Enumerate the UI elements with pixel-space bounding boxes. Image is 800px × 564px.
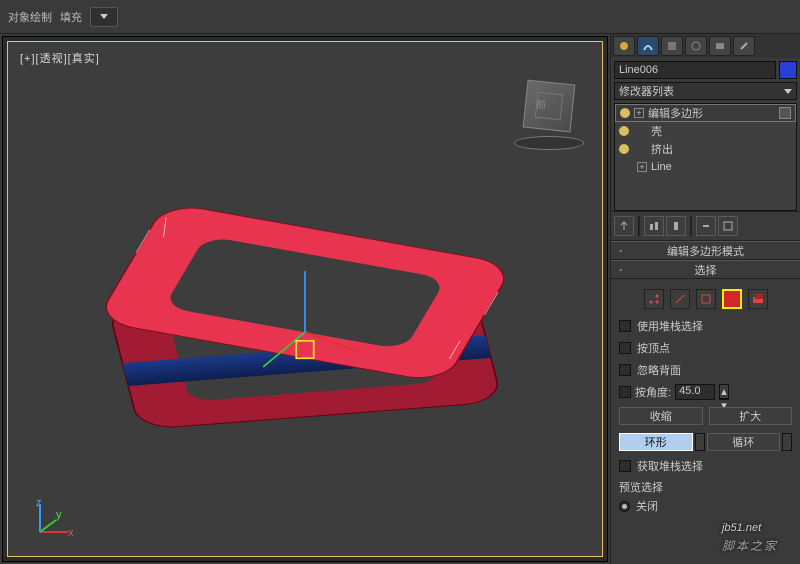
modifier-label: 编辑多边形 (648, 105, 703, 121)
rollout-title[interactable]: - 编辑多边形模式 (611, 242, 800, 260)
preview-selection-label: 预览选择 (617, 477, 794, 495)
viewport-frame: [+][透视][真实] 前 (7, 41, 603, 557)
tab-motion[interactable] (685, 36, 707, 56)
viewcube-face-label: 前 (535, 96, 547, 112)
remove-modifier-button[interactable] (696, 216, 716, 236)
loop-button[interactable]: 循环 (707, 433, 781, 451)
subobj-vertex-button[interactable] (644, 289, 664, 309)
svg-text:y: y (56, 509, 62, 521)
modifier-label: 壳 (651, 123, 662, 139)
chevron-down-icon (784, 89, 792, 94)
top-toolbar: 对象绘制 填充 (0, 0, 800, 34)
angle-spinner[interactable]: 45.0 (675, 384, 715, 400)
lightbulb-icon[interactable] (619, 144, 629, 154)
subobj-border-button[interactable] (696, 289, 716, 309)
chevron-down-icon (100, 14, 108, 19)
object-name-row (611, 58, 800, 82)
modifier-row[interactable]: 壳 (615, 122, 796, 140)
checkbox-by-vertex[interactable] (619, 342, 631, 354)
viewport[interactable]: [+][透视][真实] 前 (2, 36, 608, 562)
main-area: [+][透视][真实] 前 (0, 34, 800, 564)
toolbar-dropdown-button[interactable] (90, 7, 118, 27)
rollout-title[interactable]: - 选择 (611, 261, 800, 279)
checkbox-by-angle[interactable] (619, 386, 631, 398)
scene-geometry (28, 162, 582, 476)
rollout-edit-poly-mode: - 编辑多边形模式 (611, 241, 800, 260)
command-panel: 修改器列表 + 编辑多边形 壳 挤出 + (610, 34, 800, 564)
subobj-polygon-button[interactable] (722, 289, 742, 309)
subobject-row (617, 283, 794, 315)
modifier-list-label: 修改器列表 (619, 83, 674, 99)
tab-display[interactable] (709, 36, 731, 56)
lightbulb-icon[interactable] (620, 108, 630, 118)
modifier-list-dropdown[interactable]: 修改器列表 (614, 82, 797, 100)
modifier-row[interactable]: + 编辑多边形 (615, 104, 796, 122)
modifier-endcap-icon[interactable] (779, 107, 791, 119)
command-panel-tabs (611, 34, 800, 58)
stack-toolbar (611, 211, 800, 241)
viewcube[interactable]: 前 (514, 76, 584, 146)
configure-sets-button[interactable] (718, 216, 738, 236)
ring-spinner[interactable] (695, 433, 705, 451)
menu-item-object-paint[interactable]: 对象绘制 (8, 9, 52, 25)
svg-text:x: x (68, 527, 74, 538)
ignore-backfacing-row: 忽略背面 (617, 359, 794, 381)
show-end-result-button[interactable] (644, 216, 664, 236)
use-stack-selection-row: 使用堆栈选择 (617, 315, 794, 337)
object-color-swatch[interactable] (779, 61, 797, 79)
viewcube-cube[interactable]: 前 (523, 80, 576, 133)
expand-icon[interactable]: + (634, 108, 644, 118)
checkbox-ignore-backfacing[interactable] (619, 364, 631, 376)
subobj-edge-button[interactable] (670, 289, 690, 309)
by-angle-row: 按角度: 45.0 ▴▾ (617, 381, 794, 403)
radio-preview-off[interactable] (619, 501, 630, 512)
grow-button[interactable]: 扩大 (709, 407, 793, 425)
viewcube-ring[interactable] (514, 136, 584, 150)
rollout-selection: - 选择 使用堆栈选择 按顶点 (611, 260, 800, 521)
angle-spinner-buttons[interactable]: ▴▾ (719, 384, 729, 400)
modifier-row[interactable]: + Line (615, 158, 796, 176)
pin-stack-button[interactable] (614, 216, 634, 236)
lightbulb-icon[interactable] (619, 126, 629, 136)
by-vertex-row: 按顶点 (617, 337, 794, 359)
shrink-button[interactable]: 收缩 (619, 407, 703, 425)
modifier-label: 挤出 (651, 141, 673, 157)
viewport-label[interactable]: [+][透视][真实] (20, 50, 100, 66)
modifier-label: Line (651, 161, 672, 173)
axis-tripod: x z y (34, 498, 74, 538)
tab-modify[interactable] (637, 36, 659, 56)
loop-spinner[interactable] (782, 433, 792, 451)
make-unique-button[interactable] (666, 216, 686, 236)
ring-button[interactable]: 环形 (619, 433, 693, 451)
object-name-input[interactable] (614, 61, 776, 79)
checkbox-use-stack-selection[interactable] (619, 320, 631, 332)
modifier-row[interactable]: 挤出 (615, 140, 796, 158)
get-stack-selection-row: 获取堆栈选择 (617, 455, 794, 477)
preview-off-row: 关闭 (617, 495, 794, 517)
expand-icon[interactable]: + (637, 162, 647, 172)
modifier-stack[interactable]: + 编辑多边形 壳 挤出 + Line (614, 103, 797, 211)
checkbox-get-stack-selection[interactable] (619, 460, 631, 472)
tab-utilities[interactable] (733, 36, 755, 56)
subobj-element-button[interactable] (748, 289, 768, 309)
tab-hierarchy[interactable] (661, 36, 683, 56)
menu-item-fill[interactable]: 填充 (60, 9, 82, 25)
svg-text:z: z (36, 498, 42, 509)
tab-create[interactable] (613, 36, 635, 56)
